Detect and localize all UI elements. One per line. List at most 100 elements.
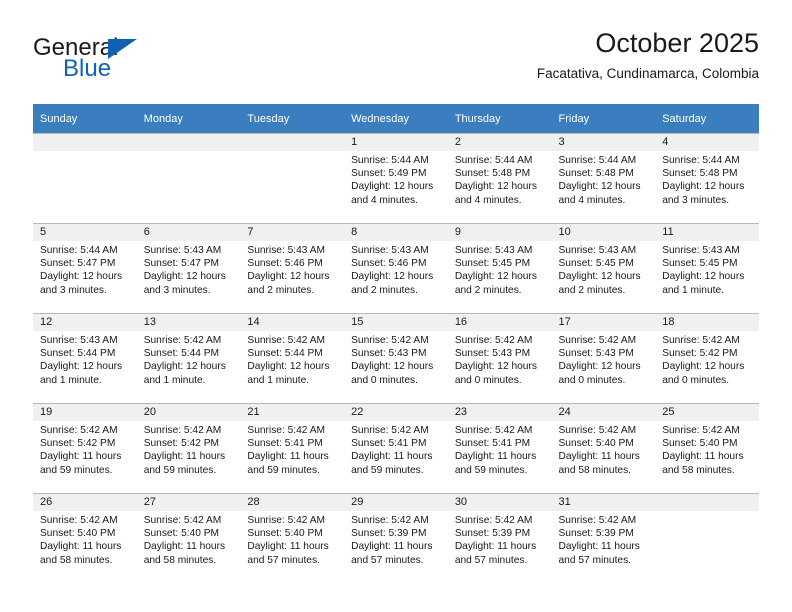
calendar-cell-day[interactable]: 7 Sunrise: 5:43 AM Sunset: 5:46 PM Daylight…	[240, 223, 345, 313]
calendar-cell-day[interactable]: 14 Sunrise: 5:42 AM Sunset: 5:44 PM Dayligh…	[240, 313, 345, 403]
calendar-cell-inner	[33, 133, 137, 223]
calendar-cell-day[interactable]: 27 Sunrise: 5:42 AM Sunset: 5:40 PM Dayligh…	[136, 493, 241, 583]
day-number: 8	[344, 224, 448, 241]
calendar-cell-inner: 27 Sunrise: 5:42 AM Sunset: 5:40 PM Dayligh…	[136, 493, 241, 583]
calendar-cell-day[interactable]: 18 Sunrise: 5:42 AM Sunset: 5:42 PM Dayligh…	[655, 313, 759, 403]
daylight-duration-line2: and 57 minutes.	[247, 554, 320, 566]
calendar-cell-day[interactable]: 5 Sunrise: 5:44 AM Sunset: 5:47 PM Daylight…	[33, 223, 137, 313]
calendar-cell-day[interactable]: 16 Sunrise: 5:42 AM Sunset: 5:43 PM Dayligh…	[447, 313, 552, 403]
calendar-cell-day[interactable]: 13 Sunrise: 5:42 AM Sunset: 5:44 PM Dayligh…	[136, 313, 241, 403]
day-details: Sunrise: 5:43 AM Sunset: 5:45 PM Daylight:…	[448, 241, 552, 297]
sunrise-time: Sunrise: 5:42 AM	[351, 335, 429, 346]
daylight-duration-line1: Daylight: 11 hours	[351, 451, 433, 463]
calendar-cell-inner: 6 Sunrise: 5:43 AM Sunset: 5:47 PM Daylight…	[136, 223, 241, 313]
daylight-duration-line1: Daylight: 11 hours	[40, 541, 122, 553]
calendar-cell-day[interactable]: 29 Sunrise: 5:42 AM Sunset: 5:39 PM Dayligh…	[344, 493, 448, 583]
day-number: 13	[136, 314, 241, 331]
calendar-cell-day[interactable]: 4 Sunrise: 5:44 AM Sunset: 5:48 PM Daylight…	[655, 133, 759, 223]
month-calendar: Sunday Monday Tuesday Wednesday Thursday…	[33, 104, 759, 583]
daylight-duration-line1: Daylight: 11 hours	[247, 541, 329, 553]
calendar-cell-day[interactable]: 3 Sunrise: 5:44 AM Sunset: 5:48 PM Daylight…	[551, 133, 656, 223]
day-number: 5	[33, 224, 137, 241]
sunset-time: Sunset: 5:45 PM	[662, 258, 738, 270]
calendar-cell-day[interactable]: 15 Sunrise: 5:42 AM Sunset: 5:43 PM Dayligh…	[344, 313, 448, 403]
sunrise-time: Sunrise: 5:42 AM	[143, 515, 222, 526]
calendar-cell-day[interactable]: 20 Sunrise: 5:42 AM Sunset: 5:42 PM Dayligh…	[136, 403, 241, 493]
title-block: October 2025 Facatativa, Cundinamarca, C…	[537, 26, 759, 84]
day-number: 6	[136, 224, 241, 241]
general-blue-logo[interactable]: General Blue	[33, 34, 233, 86]
sunset-time: Sunset: 5:40 PM	[247, 528, 323, 540]
day-number: 18	[655, 314, 759, 331]
daylight-duration-line2: and 4 minutes.	[558, 194, 626, 206]
daylight-duration-line1: Daylight: 11 hours	[143, 451, 226, 463]
calendar-cell-inner: 25 Sunrise: 5:42 AM Sunset: 5:40 PM Dayligh…	[655, 403, 759, 493]
calendar-cell-inner: 14 Sunrise: 5:42 AM Sunset: 5:44 PM Dayligh…	[240, 313, 345, 403]
calendar-cell-day[interactable]: 11 Sunrise: 5:43 AM Sunset: 5:45 PM Dayligh…	[655, 223, 759, 313]
daylight-duration-line1: Daylight: 12 hours	[662, 361, 745, 373]
calendar-cell-day[interactable]: 6 Sunrise: 5:43 AM Sunset: 5:47 PM Daylight…	[136, 223, 241, 313]
day-details: Sunrise: 5:42 AM Sunset: 5:40 PM Daylight:…	[552, 421, 656, 477]
sunset-time: Sunset: 5:43 PM	[558, 348, 634, 360]
sunset-time: Sunset: 5:48 PM	[662, 168, 738, 180]
sunset-time: Sunset: 5:39 PM	[454, 528, 531, 540]
daylight-duration-line1: Daylight: 12 hours	[40, 361, 123, 373]
sunset-time: Sunset: 5:45 PM	[454, 258, 531, 270]
calendar-cell-day[interactable]: 2 Sunrise: 5:44 AM Sunset: 5:48 PM Daylight…	[447, 133, 552, 223]
page-title: October 2025	[595, 28, 759, 58]
calendar-cell-day[interactable]: 10 Sunrise: 5:43 AM Sunset: 5:45 PM Dayligh…	[551, 223, 656, 313]
calendar-cell-day[interactable]: 26 Sunrise: 5:42 AM Sunset: 5:40 PM Dayligh…	[33, 493, 137, 583]
calendar-cell-day[interactable]: 22 Sunrise: 5:42 AM Sunset: 5:41 PM Dayligh…	[344, 403, 448, 493]
day-details: Sunrise: 5:44 AM Sunset: 5:48 PM Daylight:…	[448, 151, 552, 207]
calendar-cell-day[interactable]: 23 Sunrise: 5:42 AM Sunset: 5:41 PM Dayligh…	[447, 403, 552, 493]
sunset-time: Sunset: 5:42 PM	[40, 438, 116, 450]
calendar-cell-inner	[136, 133, 241, 223]
daylight-duration-line2: and 59 minutes.	[40, 464, 113, 476]
calendar-week-row: 5 Sunrise: 5:44 AM Sunset: 5:47 PM Daylight…	[33, 223, 759, 313]
calendar-cell-day[interactable]: 24 Sunrise: 5:42 AM Sunset: 5:40 PM Dayligh…	[551, 403, 656, 493]
calendar-cell-inner: 17 Sunrise: 5:42 AM Sunset: 5:43 PM Dayligh…	[551, 313, 656, 403]
calendar-week-row: 26 Sunrise: 5:42 AM Sunset: 5:40 PM Dayligh…	[33, 493, 759, 583]
day-number: 25	[655, 404, 759, 421]
day-number: 12	[33, 314, 137, 331]
calendar-cell-inner: 31 Sunrise: 5:42 AM Sunset: 5:39 PM Dayligh…	[551, 493, 656, 583]
calendar-cell-day[interactable]: 28 Sunrise: 5:42 AM Sunset: 5:40 PM Dayligh…	[240, 493, 345, 583]
sunset-time: Sunset: 5:40 PM	[143, 528, 220, 540]
calendar-cell-inner: 29 Sunrise: 5:42 AM Sunset: 5:39 PM Dayligh…	[344, 493, 448, 583]
calendar-cell-day[interactable]: 31 Sunrise: 5:42 AM Sunset: 5:39 PM Dayligh…	[551, 493, 656, 583]
daylight-duration-line1: Daylight: 11 hours	[454, 541, 537, 553]
calendar-cell-empty	[655, 493, 759, 583]
daylight-duration-line2: and 3 minutes.	[662, 194, 730, 206]
day-details: Sunrise: 5:43 AM Sunset: 5:45 PM Daylight:…	[552, 241, 656, 297]
day-number: 17	[551, 314, 656, 331]
calendar-cell-day[interactable]: 1 Sunrise: 5:44 AM Sunset: 5:49 PM Daylight…	[344, 133, 448, 223]
calendar-cell-day[interactable]: 17 Sunrise: 5:42 AM Sunset: 5:43 PM Dayligh…	[551, 313, 656, 403]
sunrise-time: Sunrise: 5:42 AM	[454, 425, 533, 436]
weekday-header-monday: Monday	[136, 104, 241, 133]
calendar-cell-day[interactable]: 8 Sunrise: 5:43 AM Sunset: 5:46 PM Daylight…	[344, 223, 448, 313]
daylight-duration-line2: and 1 minute.	[40, 374, 102, 386]
day-number: 3	[551, 134, 656, 151]
sunrise-time: Sunrise: 5:42 AM	[247, 335, 325, 346]
day-details: Sunrise: 5:44 AM Sunset: 5:48 PM Daylight:…	[655, 151, 759, 207]
day-details: Sunrise: 5:42 AM Sunset: 5:42 PM Daylight:…	[137, 421, 241, 477]
daylight-duration-line1: Daylight: 12 hours	[558, 181, 641, 193]
daylight-duration-line1: Daylight: 11 hours	[454, 451, 537, 463]
calendar-cell-day[interactable]: 9 Sunrise: 5:43 AM Sunset: 5:45 PM Daylight…	[447, 223, 552, 313]
sunset-time: Sunset: 5:44 PM	[143, 348, 220, 360]
calendar-cell-day[interactable]: 25 Sunrise: 5:42 AM Sunset: 5:40 PM Dayligh…	[655, 403, 759, 493]
calendar-cell-day[interactable]: 19 Sunrise: 5:42 AM Sunset: 5:42 PM Dayligh…	[33, 403, 137, 493]
calendar-cell-day[interactable]: 21 Sunrise: 5:42 AM Sunset: 5:41 PM Dayligh…	[240, 403, 345, 493]
daylight-duration-line2: and 2 minutes.	[558, 284, 626, 296]
calendar-cell-day[interactable]: 30 Sunrise: 5:42 AM Sunset: 5:39 PM Dayligh…	[447, 493, 552, 583]
day-number: 30	[447, 494, 552, 511]
daylight-duration-line2: and 59 minutes.	[454, 464, 528, 476]
page-subtitle: Facatativa, Cundinamarca, Colombia	[536, 66, 759, 81]
day-details: Sunrise: 5:42 AM Sunset: 5:40 PM Daylight:…	[137, 511, 241, 567]
day-details: Sunrise: 5:43 AM Sunset: 5:44 PM Daylight:…	[33, 331, 137, 387]
calendar-cell-day[interactable]: 12 Sunrise: 5:43 AM Sunset: 5:44 PM Dayligh…	[33, 313, 137, 403]
sunrise-time: Sunrise: 5:43 AM	[40, 335, 118, 346]
day-number: 11	[655, 224, 759, 241]
calendar-cell-empty	[240, 133, 345, 223]
day-number: 9	[447, 224, 552, 241]
